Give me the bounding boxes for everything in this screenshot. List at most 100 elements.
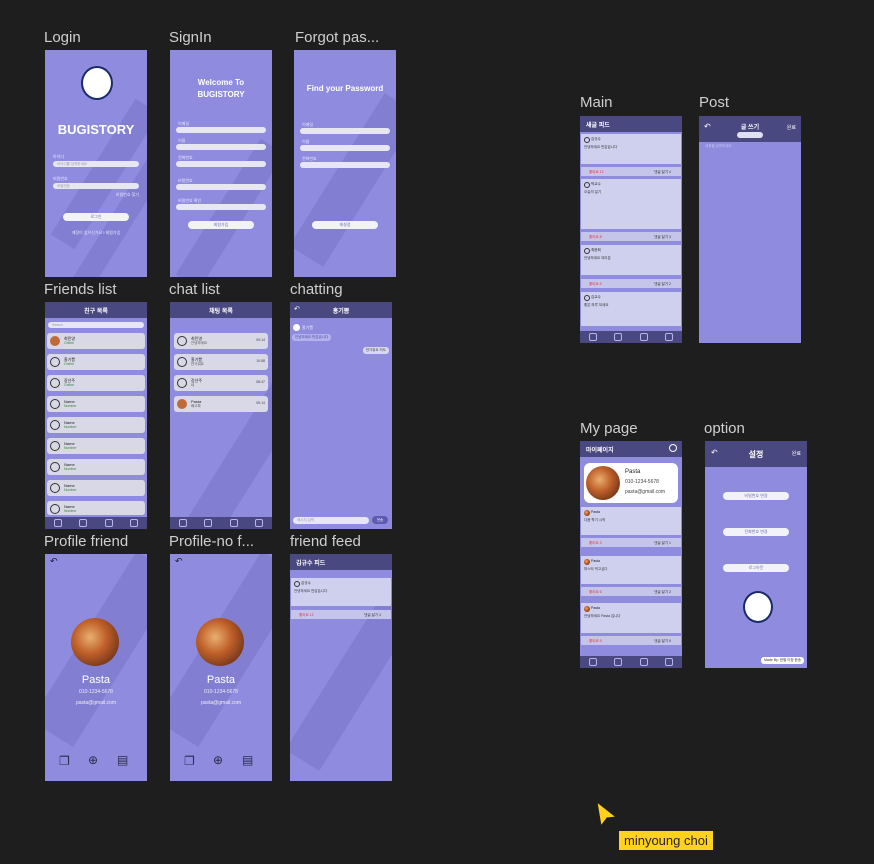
home-icon[interactable] xyxy=(588,333,597,341)
list-item[interactable]: 장선주 네 08:47 xyxy=(174,375,268,391)
password-confirm-field[interactable] xyxy=(176,204,266,210)
friends-icon[interactable] xyxy=(229,519,238,527)
signup-hint[interactable]: 계정이 없으신가요? 회원가입 xyxy=(45,230,147,236)
done-button[interactable]: 완료 xyxy=(787,124,796,131)
back-icon[interactable]: ↶ xyxy=(175,556,183,567)
comment-button[interactable]: 댓글 달기 4 xyxy=(654,170,671,175)
avatar xyxy=(50,357,60,367)
post-card[interactable]: 김규수 안녕하세요 반갑습니다 xyxy=(581,134,681,164)
password-field[interactable] xyxy=(176,184,266,190)
chat-icon[interactable]: ❐ xyxy=(59,754,70,768)
like-button[interactable]: 좋아요 8 xyxy=(589,235,602,240)
profile-icon[interactable] xyxy=(665,333,674,341)
message-input[interactable]: 메시지 입력 xyxy=(293,517,369,524)
list-item[interactable]: Name Number xyxy=(47,480,145,496)
post-textarea[interactable]: 내용을 입력하세요 xyxy=(705,144,732,149)
name-field[interactable] xyxy=(300,145,390,151)
image-toggle[interactable] xyxy=(737,132,763,138)
like-button[interactable]: 좋아요 3 xyxy=(589,541,602,546)
list-item[interactable]: Name Number xyxy=(47,459,145,475)
list-item[interactable]: 홍기쁨 반가워요 10:58 xyxy=(174,354,268,370)
post-card[interactable]: Pasta 파스타 먹고싶다 xyxy=(581,556,681,584)
feed-icon[interactable]: ▤ xyxy=(117,753,128,767)
chat-icon[interactable] xyxy=(614,658,623,666)
like-button[interactable]: 좋아요 12 xyxy=(589,170,604,175)
list-item[interactable]: Name Number xyxy=(47,438,145,454)
comment-button[interactable]: 댓글 달기 4 xyxy=(364,613,381,618)
pw-input[interactable]: 비밀번호 xyxy=(53,183,139,189)
email-field[interactable] xyxy=(176,127,266,133)
frame-label-main: Main xyxy=(580,94,613,111)
like-button[interactable]: 좋아요 12 xyxy=(299,613,314,618)
signup-button[interactable]: 회원가입 xyxy=(188,221,254,229)
list-item[interactable]: 최민영 안녕하세요 09:14 xyxy=(174,333,268,349)
home-icon[interactable] xyxy=(588,658,597,666)
gear-icon[interactable] xyxy=(669,444,677,452)
list-item[interactable]: 장선주 Online xyxy=(47,375,145,391)
profile-phone: 010-1234-5678 xyxy=(79,689,113,695)
profile-icon[interactable] xyxy=(665,658,674,666)
profile-email: pasta@gmail.com xyxy=(625,489,666,495)
add-friend-icon[interactable]: ⊕ xyxy=(88,753,98,767)
feed-icon[interactable]: ▤ xyxy=(242,753,253,767)
reset-button[interactable]: 재설정 xyxy=(312,221,378,229)
change-password-button[interactable]: 비밀번호 변경 xyxy=(723,492,789,500)
back-icon[interactable]: ↶ xyxy=(704,122,711,131)
phone-field[interactable] xyxy=(300,162,390,168)
list-item[interactable]: 홍기쁨 Online xyxy=(47,354,145,370)
send-button[interactable]: 전송 xyxy=(372,516,388,524)
post-card[interactable]: 김규수 안녕하세요 반갑습니다 xyxy=(291,578,391,606)
back-icon[interactable]: ↶ xyxy=(711,448,718,457)
comment-button[interactable]: 댓글 달기 5 xyxy=(654,639,671,644)
list-item[interactable]: Name Number xyxy=(47,396,145,412)
frame-label-mypage: My page xyxy=(580,420,638,437)
like-button[interactable]: 좋아요 9 xyxy=(589,639,602,644)
frame-label-signin: SignIn xyxy=(169,29,212,46)
friends-icon[interactable] xyxy=(639,333,648,341)
comment-button[interactable]: 댓글 달기 3 xyxy=(654,235,671,240)
list-item[interactable]: Pasta 배고파 09:14 xyxy=(174,396,268,412)
comment-button[interactable]: 댓글 달기 1 xyxy=(654,541,671,546)
chat-icon[interactable] xyxy=(79,519,88,527)
frame-label-login: Login xyxy=(44,29,81,46)
name-field[interactable] xyxy=(176,144,266,150)
main-header: 새글 피드 xyxy=(580,116,682,132)
done-button[interactable]: 완료 xyxy=(792,450,801,457)
logout-button[interactable]: 로그아웃 xyxy=(723,564,789,572)
avatar xyxy=(177,336,187,346)
like-button[interactable]: 좋아요 6 xyxy=(589,590,602,595)
profile-icon[interactable] xyxy=(130,519,139,527)
list-item[interactable]: Name Number xyxy=(47,501,145,515)
post-card[interactable]: Pasta 다음 학기 시작 xyxy=(581,507,681,535)
post-card[interactable]: 김교수 좋은 하루 되세요 xyxy=(581,292,681,326)
like-button[interactable]: 좋아요 5 xyxy=(589,282,602,287)
login-button[interactable]: 로그인 xyxy=(63,213,129,221)
list-item[interactable]: 최민영 Online xyxy=(47,333,145,349)
comment-button[interactable]: 댓글 달기 2 xyxy=(654,590,671,595)
email-field[interactable] xyxy=(300,128,390,134)
home-icon[interactable] xyxy=(178,519,187,527)
comment-button[interactable]: 댓글 달기 2 xyxy=(654,282,671,287)
chat-icon[interactable] xyxy=(614,333,623,341)
back-icon[interactable]: ↶ xyxy=(50,556,58,567)
list-item[interactable]: Name Number xyxy=(47,417,145,433)
profile-icon[interactable] xyxy=(255,519,264,527)
id-input[interactable]: 아이디를 입력하세요 xyxy=(53,161,139,167)
back-icon[interactable]: ↶ xyxy=(294,305,300,313)
post-card[interactable]: 박교수 오늘의 일기 xyxy=(581,179,681,229)
friends-icon[interactable] xyxy=(639,658,648,666)
cursor-user-tag: minyoung choi xyxy=(619,831,713,850)
peer-name: 홍기쁨 xyxy=(302,325,314,330)
post-card[interactable]: 최윤희 안녕하세요 여러분 xyxy=(581,245,681,275)
chat-icon[interactable]: ❐ xyxy=(184,754,195,768)
frame-label-forgot: Forgot pas... xyxy=(295,29,380,46)
friends-icon[interactable] xyxy=(104,519,113,527)
home-icon[interactable] xyxy=(53,519,62,527)
chat-icon[interactable] xyxy=(204,519,213,527)
forgot-link[interactable]: 비밀번호 찾기 xyxy=(116,192,139,198)
search-input[interactable]: Search xyxy=(48,322,144,328)
phone-field[interactable] xyxy=(176,161,266,167)
add-friend-icon[interactable]: ⊕ xyxy=(213,753,223,767)
change-phone-button[interactable]: 전화번호 변경 xyxy=(723,528,789,536)
post-card[interactable]: Pasta 안녕하세요 Pasta 입니다 xyxy=(581,603,681,633)
